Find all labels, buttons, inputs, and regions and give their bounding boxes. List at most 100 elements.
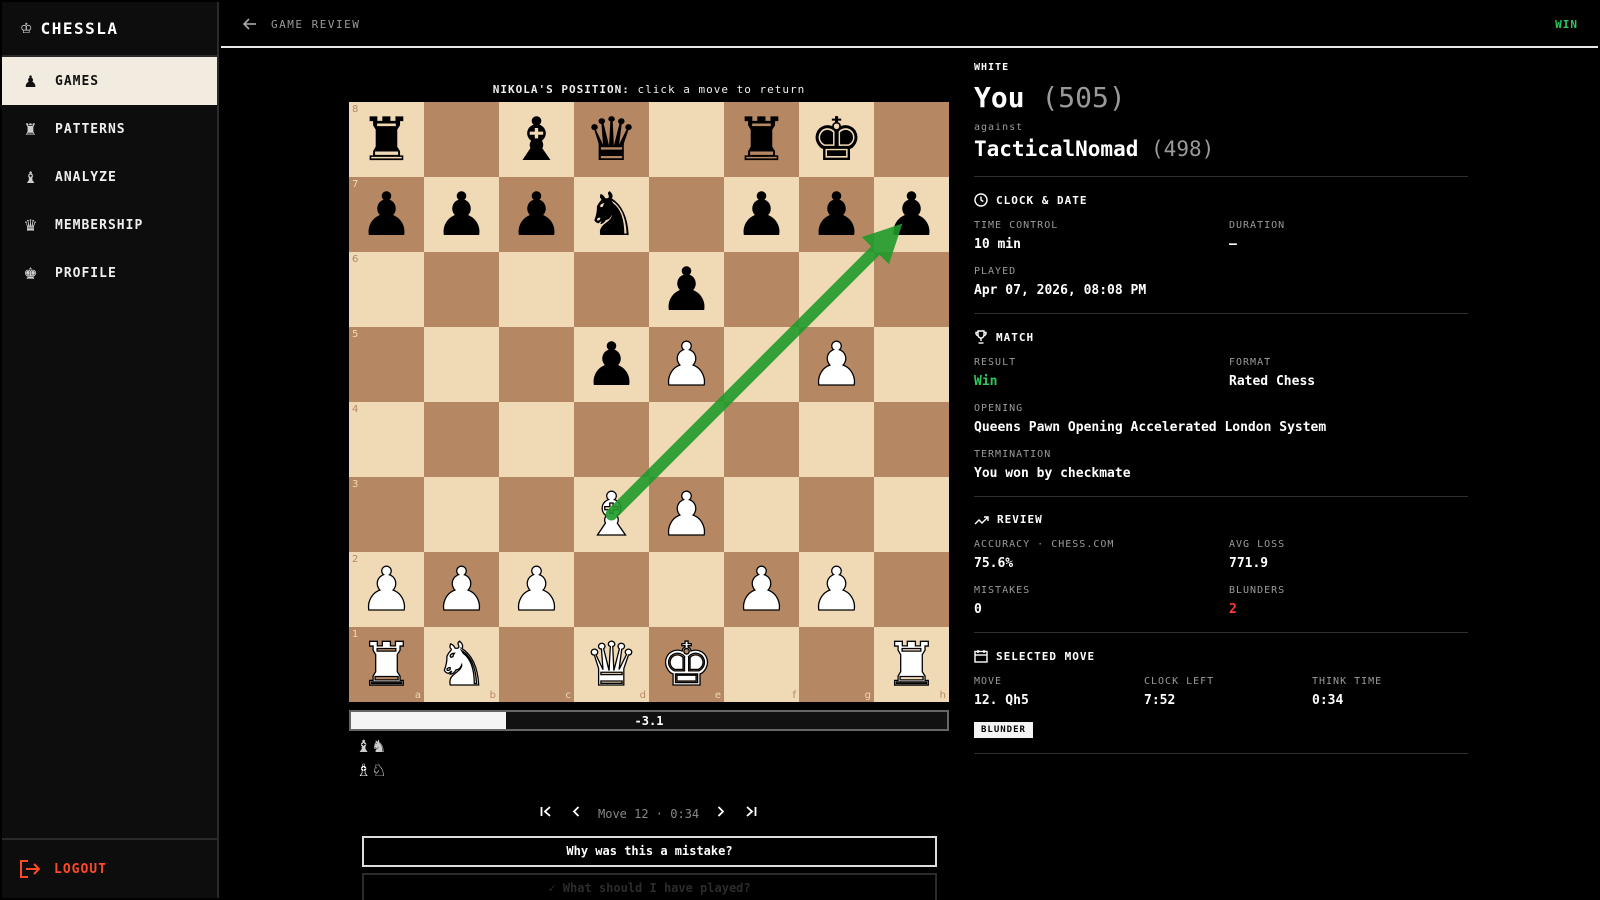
sidebar-item-patterns[interactable]: ♜ PATTERNS bbox=[2, 105, 217, 153]
square-f1[interactable]: f bbox=[724, 627, 799, 702]
square-e5[interactable]: ♟ bbox=[649, 327, 724, 402]
square-d3[interactable]: ♝ bbox=[574, 477, 649, 552]
square-b5[interactable] bbox=[424, 327, 499, 402]
square-d8[interactable]: ♛ bbox=[574, 102, 649, 177]
square-a7[interactable]: 7 ♟ bbox=[349, 177, 424, 252]
black-pawn-icon[interactable]: ♟ bbox=[660, 260, 714, 320]
square-d4[interactable] bbox=[574, 402, 649, 477]
square-a4[interactable]: 4 bbox=[349, 402, 424, 477]
white-pawn-icon[interactable]: ♟ bbox=[659, 484, 714, 545]
square-h8[interactable] bbox=[874, 102, 949, 177]
square-f4[interactable] bbox=[724, 402, 799, 477]
white-pawn-icon[interactable]: ♟ bbox=[659, 334, 714, 395]
white-knight-icon[interactable]: ♞ bbox=[434, 634, 489, 695]
square-g7[interactable]: ♟ bbox=[799, 177, 874, 252]
black-queen-icon[interactable]: ♛ bbox=[585, 110, 639, 170]
square-a1[interactable]: 1 a ♜ bbox=[349, 627, 424, 702]
square-e2[interactable] bbox=[649, 552, 724, 627]
square-f3[interactable] bbox=[724, 477, 799, 552]
square-b2[interactable]: ♟ bbox=[424, 552, 499, 627]
square-e8[interactable] bbox=[649, 102, 724, 177]
square-b1[interactable]: b ♞ bbox=[424, 627, 499, 702]
white-pawn-icon[interactable]: ♟ bbox=[809, 334, 864, 395]
black-rook-icon[interactable]: ♜ bbox=[360, 110, 414, 170]
square-h3[interactable] bbox=[874, 477, 949, 552]
white-bishop-icon[interactable]: ♝ bbox=[584, 484, 639, 545]
square-b8[interactable] bbox=[424, 102, 499, 177]
black-pawn-icon[interactable]: ♟ bbox=[510, 185, 564, 245]
opponent-name[interactable]: TacticalNomad bbox=[974, 137, 1138, 161]
white-king-icon[interactable]: ♚ bbox=[659, 634, 714, 695]
square-f6[interactable] bbox=[724, 252, 799, 327]
black-bishop-icon[interactable]: ♝ bbox=[510, 110, 564, 170]
square-f2[interactable]: ♟ bbox=[724, 552, 799, 627]
square-h5[interactable] bbox=[874, 327, 949, 402]
white-rook-icon[interactable]: ♜ bbox=[359, 634, 414, 695]
brand[interactable]: ♔ CHESSLA bbox=[2, 2, 217, 57]
chess-board[interactable]: 8 ♜ ♝ ♛ ♜ ♚ 7 ♟ ♟ ♟ ♞ ♟ ♟ ♟ 6 ♟ 5 ♟ ♟ ♟ 4 3 ♝ ♟ 2 ♟ ♟ ♟ ♟ ♟ 1 a ♜ b ♞ c d ♛ e ♚… bbox=[349, 102, 949, 702]
white-pawn-icon[interactable]: ♟ bbox=[509, 559, 564, 620]
square-c3[interactable] bbox=[499, 477, 574, 552]
square-g4[interactable] bbox=[799, 402, 874, 477]
square-e3[interactable]: ♟ bbox=[649, 477, 724, 552]
square-c8[interactable]: ♝ bbox=[499, 102, 574, 177]
white-pawn-icon[interactable]: ♟ bbox=[809, 559, 864, 620]
last-move-button[interactable] bbox=[745, 806, 757, 821]
square-e6[interactable]: ♟ bbox=[649, 252, 724, 327]
square-a5[interactable]: 5 bbox=[349, 327, 424, 402]
square-c7[interactable]: ♟ bbox=[499, 177, 574, 252]
sidebar-item-analyze[interactable]: ♝ ANALYZE bbox=[2, 153, 217, 201]
logout-button[interactable]: LOGOUT bbox=[2, 838, 217, 898]
square-e7[interactable] bbox=[649, 177, 724, 252]
next-move-button[interactable] bbox=[717, 806, 725, 821]
square-b4[interactable] bbox=[424, 402, 499, 477]
first-move-button[interactable] bbox=[540, 806, 552, 821]
black-pawn-icon[interactable]: ♟ bbox=[810, 185, 864, 245]
square-d1[interactable]: d ♛ bbox=[574, 627, 649, 702]
square-h6[interactable] bbox=[874, 252, 949, 327]
square-a3[interactable]: 3 bbox=[349, 477, 424, 552]
square-f8[interactable]: ♜ bbox=[724, 102, 799, 177]
square-c5[interactable] bbox=[499, 327, 574, 402]
square-h4[interactable] bbox=[874, 402, 949, 477]
square-d7[interactable]: ♞ bbox=[574, 177, 649, 252]
black-pawn-icon[interactable]: ♟ bbox=[360, 185, 414, 245]
square-c4[interactable] bbox=[499, 402, 574, 477]
why-mistake-button[interactable]: Why was this a mistake? bbox=[362, 836, 937, 867]
square-e4[interactable] bbox=[649, 402, 724, 477]
square-b7[interactable]: ♟ bbox=[424, 177, 499, 252]
square-g5[interactable]: ♟ bbox=[799, 327, 874, 402]
what-to-play-button[interactable]: ✓ What should I have played? bbox=[362, 873, 937, 900]
square-f5[interactable] bbox=[724, 327, 799, 402]
black-rook-icon[interactable]: ♜ bbox=[735, 110, 789, 170]
white-pawn-icon[interactable]: ♟ bbox=[359, 559, 414, 620]
black-king-icon[interactable]: ♚ bbox=[810, 110, 864, 170]
square-a8[interactable]: 8 ♜ bbox=[349, 102, 424, 177]
white-rook-icon[interactable]: ♜ bbox=[884, 634, 939, 695]
square-a6[interactable]: 6 bbox=[349, 252, 424, 327]
back-button[interactable]: GAME REVIEW bbox=[243, 18, 360, 31]
square-b3[interactable] bbox=[424, 477, 499, 552]
square-b6[interactable] bbox=[424, 252, 499, 327]
black-pawn-icon[interactable]: ♟ bbox=[735, 185, 789, 245]
square-f7[interactable]: ♟ bbox=[724, 177, 799, 252]
black-pawn-icon[interactable]: ♟ bbox=[585, 335, 639, 395]
white-pawn-icon[interactable]: ♟ bbox=[434, 559, 489, 620]
square-h2[interactable] bbox=[874, 552, 949, 627]
board-caption[interactable]: NIKOLA'S POSITION: click a move to retur… bbox=[349, 83, 949, 96]
black-knight-icon[interactable]: ♞ bbox=[585, 185, 639, 245]
black-pawn-icon[interactable]: ♟ bbox=[885, 185, 939, 245]
black-pawn-icon[interactable]: ♟ bbox=[435, 185, 489, 245]
square-c1[interactable]: c bbox=[499, 627, 574, 702]
square-d6[interactable] bbox=[574, 252, 649, 327]
square-g3[interactable] bbox=[799, 477, 874, 552]
square-g8[interactable]: ♚ bbox=[799, 102, 874, 177]
square-a2[interactable]: 2 ♟ bbox=[349, 552, 424, 627]
square-g1[interactable]: g bbox=[799, 627, 874, 702]
square-h7[interactable]: ♟ bbox=[874, 177, 949, 252]
square-c2[interactable]: ♟ bbox=[499, 552, 574, 627]
square-e1[interactable]: e ♚ bbox=[649, 627, 724, 702]
square-d5[interactable]: ♟ bbox=[574, 327, 649, 402]
square-g2[interactable]: ♟ bbox=[799, 552, 874, 627]
square-c6[interactable] bbox=[499, 252, 574, 327]
